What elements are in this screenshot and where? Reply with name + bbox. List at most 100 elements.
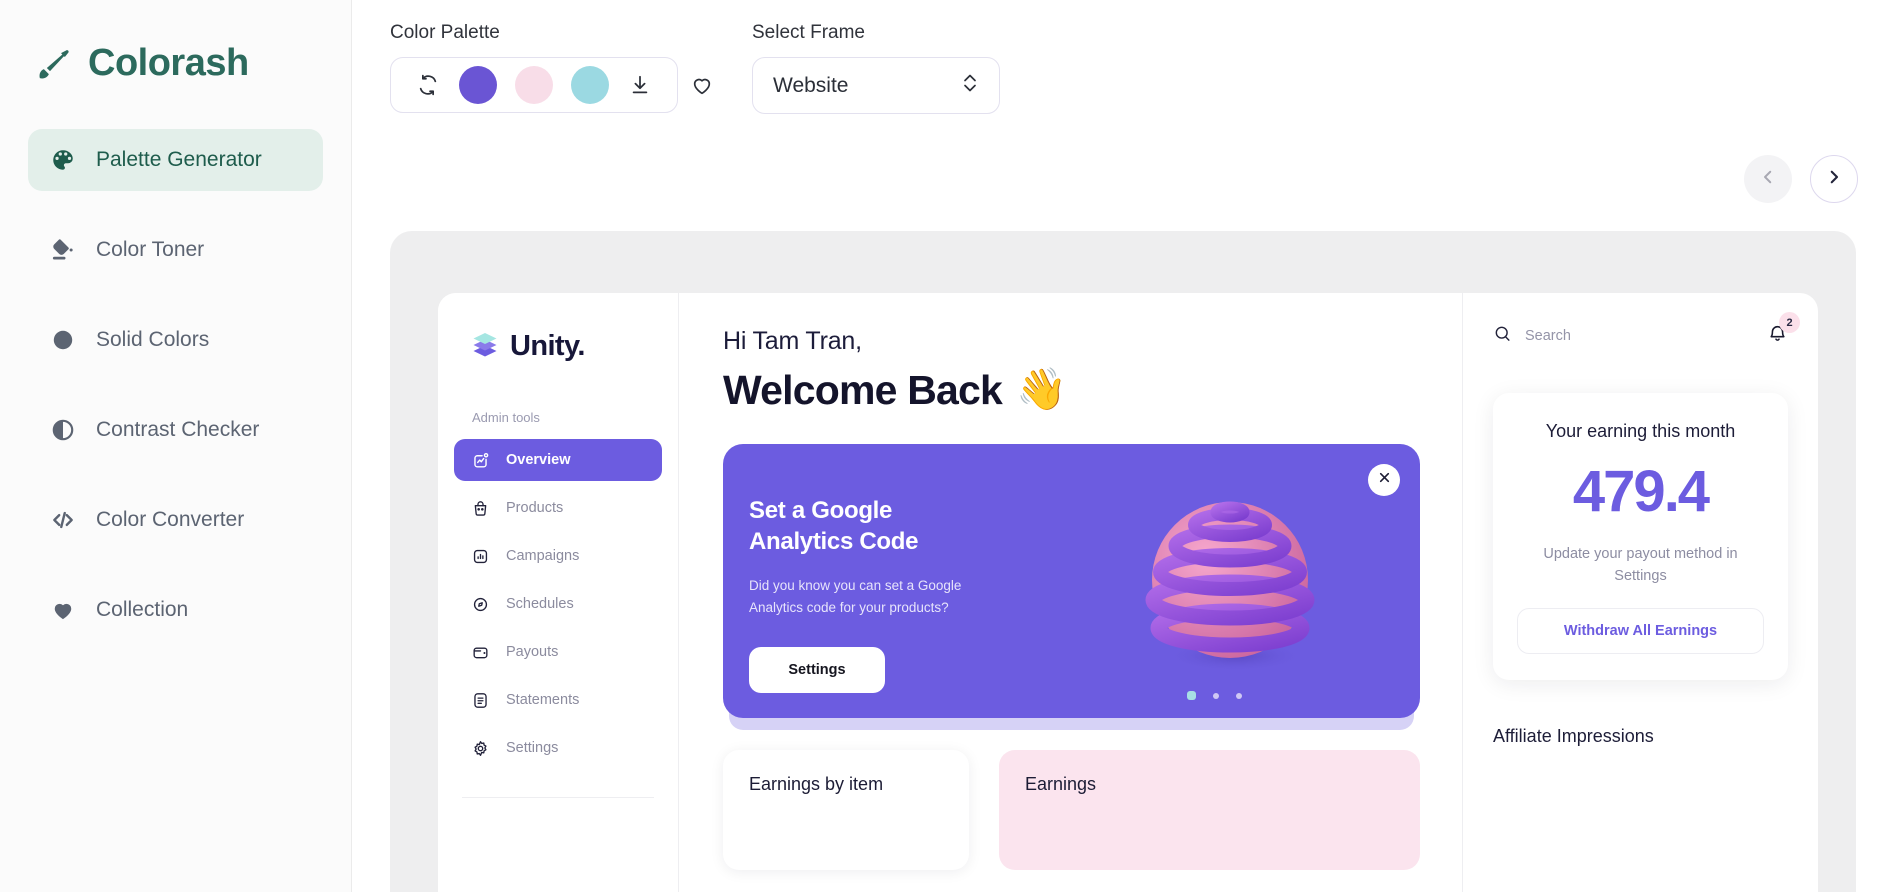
chevron-up-down-icon[interactable] [961, 70, 979, 101]
chevron-right-icon [1825, 168, 1843, 191]
unity-brand-name: Unity. [510, 330, 585, 362]
unity-nav: Overview Products Campaigns Schedules Pa… [438, 439, 678, 769]
brand: Colorash [0, 0, 351, 85]
contrast-half-circle-icon [50, 417, 76, 443]
unity-nav-item-products[interactable]: Products [454, 487, 662, 529]
welcome-text: Welcome Back [723, 366, 1003, 413]
search-icon [1493, 324, 1512, 348]
sidebar-item-collection[interactable]: Collection [28, 579, 323, 641]
affiliate-impressions-title: Affiliate Impressions [1493, 725, 1654, 746]
palette-swatch-1[interactable] [459, 66, 497, 104]
notification-badge: 2 [1779, 312, 1800, 333]
preview-canvas: Unity. Admin tools Overview Products Cam… [390, 231, 1856, 892]
sidebar-item-color-toner[interactable]: Color Toner [28, 219, 323, 281]
bar-chart-icon [470, 546, 490, 566]
unity-nav-item-campaigns[interactable]: Campaigns [454, 535, 662, 577]
download-icon[interactable] [627, 72, 653, 98]
promo-body: Set a Google Analytics Code Did you know… [723, 444, 983, 693]
promo-close-button[interactable] [1368, 464, 1400, 496]
search-input[interactable]: Search [1493, 324, 1571, 348]
palette-box [390, 57, 678, 113]
toolbar: Color Palette Select Frame Website [352, 0, 1896, 114]
unity-nav-item-payouts[interactable]: Payouts [454, 631, 662, 673]
promo-banner: Set a Google Analytics Code Did you know… [723, 444, 1420, 718]
sidebar-item-label: Solid Colors [96, 328, 210, 351]
color-palette-group: Color Palette [390, 22, 722, 113]
color-palette-label: Color Palette [390, 22, 500, 43]
refresh-icon[interactable] [415, 72, 441, 98]
unity-brand: Unity. [438, 329, 678, 364]
sidebar-item-contrast-checker[interactable]: Contrast Checker [28, 399, 323, 461]
sidebar-item-palette-generator[interactable]: Palette Generator [28, 129, 323, 191]
paintbrush-icon [34, 44, 74, 84]
palette-swatch-3[interactable] [571, 66, 609, 104]
close-icon [1378, 471, 1391, 489]
heart-outline-icon[interactable] [688, 71, 716, 99]
unity-topbar: Search 2 [1493, 312, 1800, 349]
unity-nav-divider [462, 797, 654, 798]
withdraw-all-earnings-button[interactable]: Withdraw All Earnings [1517, 607, 1764, 654]
code-brackets-icon [50, 507, 76, 533]
card-title: Earnings [1025, 774, 1097, 794]
earnings-card[interactable]: Earnings [999, 750, 1420, 870]
unity-nav-item-label: Campaigns [506, 548, 580, 564]
carousel-dot[interactable] [1236, 692, 1242, 699]
greeting-text: Hi Tam Tran, [723, 327, 862, 355]
frame-select[interactable]: Website [752, 57, 1000, 114]
gear-icon [470, 738, 490, 758]
3d-ringed-sphere-illustration [1130, 480, 1330, 680]
app-sidebar: Colorash Palette Generator Color Toner S… [0, 0, 352, 892]
bell-icon [1767, 325, 1788, 348]
promo-title: Set a Google Analytics Code [749, 497, 919, 555]
select-frame-label: Select Frame [752, 22, 865, 43]
earnings-summary-card: Your earning this month 479.4 Update you… [1493, 393, 1788, 680]
paint-bucket-icon [50, 237, 76, 263]
brand-name: Colorash [88, 42, 249, 84]
promo-settings-button[interactable]: Settings [749, 646, 885, 693]
unity-nav-item-schedules[interactable]: Schedules [454, 583, 662, 625]
unity-nav-item-overview[interactable]: Overview [454, 439, 662, 481]
unity-nav-item-statements[interactable]: Statements [454, 679, 662, 721]
unity-nav-item-label: Products [506, 500, 564, 516]
layers-stack-icon [470, 329, 500, 364]
prev-button[interactable] [1744, 155, 1792, 203]
earnings-note: Update your payout method in Settings [1543, 546, 1738, 585]
unity-content: Hi Tam Tran, Welcome Back 👋 Set a Google… [679, 293, 1462, 892]
preview-device: Unity. Admin tools Overview Products Cam… [438, 293, 1818, 892]
carousel-dot[interactable] [1187, 691, 1196, 700]
sidebar-item-color-converter[interactable]: Color Converter [28, 489, 323, 551]
earnings-label: Your earning this month [1545, 421, 1736, 441]
welcome-heading: Welcome Back 👋 [723, 366, 1420, 414]
earnings-by-item-card[interactable]: Earnings by item [723, 750, 969, 870]
sidebar-item-label: Contrast Checker [96, 418, 260, 441]
sidebar-item-label: Color Toner [96, 238, 205, 261]
sidebar-item-label: Collection [96, 598, 189, 621]
sidebar-item-solid-colors[interactable]: Solid Colors [28, 309, 323, 371]
compass-icon [470, 594, 490, 614]
palette-icon [50, 147, 76, 173]
unity-nav-item-label: Schedules [506, 596, 574, 612]
sidebar-item-label: Palette Generator [96, 148, 262, 171]
unity-nav-section-label: Admin tools [472, 410, 540, 425]
select-frame-group: Select Frame Website [752, 22, 1000, 114]
unity-right-panel: Search 2 Your earning this month 479.4 U… [1462, 293, 1818, 892]
chart-square-icon [470, 450, 490, 470]
chevron-left-icon [1759, 168, 1777, 191]
notifications-button[interactable]: 2 [1767, 312, 1800, 349]
waving-hand-icon: 👋 [1016, 366, 1067, 412]
app-root: Colorash Palette Generator Color Toner S… [0, 0, 1896, 892]
earnings-value: 479.4 [1572, 459, 1710, 524]
pager [1744, 155, 1858, 203]
frame-select-value: Website [773, 73, 849, 97]
palette-swatch-2[interactable] [515, 66, 553, 104]
unity-nav-item-settings[interactable]: Settings [454, 727, 662, 769]
heart-filled-icon [50, 597, 76, 623]
card-title: Earnings by item [749, 774, 884, 794]
next-button[interactable] [1810, 155, 1858, 203]
main-area: Color Palette Select Frame Website Unity… [352, 0, 1896, 892]
document-list-icon [470, 690, 490, 710]
search-placeholder: Search [1525, 328, 1571, 344]
lower-cards: Earnings by item Earnings [723, 750, 1420, 870]
sidebar-nav: Palette Generator Color Toner Solid Colo… [0, 129, 351, 641]
carousel-dot[interactable] [1213, 692, 1219, 699]
